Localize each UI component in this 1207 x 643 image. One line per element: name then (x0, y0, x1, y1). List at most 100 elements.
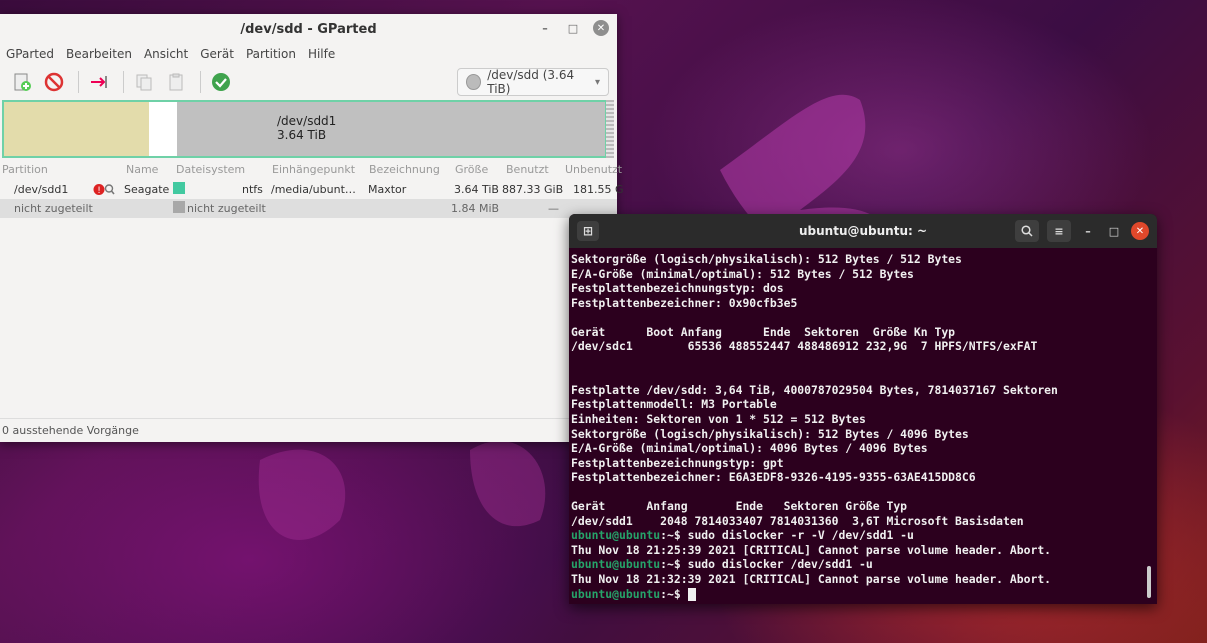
terminal-cursor (687, 587, 696, 601)
cell-size: 1.84 MiB (451, 202, 500, 215)
menu-bearbeiten[interactable]: Bearbeiten (66, 47, 132, 61)
terminal-output[interactable]: Sektorgröße (logisch/physikalisch): 512 … (569, 248, 1157, 601)
terminal-output-line: Thu Nov 18 21:25:39 2021 [CRITICAL] Cann… (571, 542, 1052, 557)
terminal-output-line: Festplattenbezeichnungstyp: dos (571, 281, 784, 296)
new-partition-icon[interactable] (8, 68, 36, 96)
graph-partition-size: 3.64 TiB (277, 128, 327, 142)
terminal-output-line: Einheiten: Sektoren von 1 * 512 = 512 By… (571, 412, 866, 427)
gparted-window: /dev/sdd - GParted – □ ✕ GParted Bearbei… (0, 14, 624, 442)
header-size[interactable]: Größe (455, 163, 488, 176)
terminal-prompt: ubuntu@ubuntu (571, 586, 661, 601)
header-unused[interactable]: Unbenutzt (565, 163, 622, 176)
partition-unused-segment: /dev/sdd1 3.64 TiB (177, 102, 605, 156)
terminal-output-line: /dev/sdd1 2048 7814033407 7814031360 3,6… (571, 513, 1024, 528)
header-label[interactable]: Bezeichnung (369, 163, 440, 176)
terminal-output-line: Festplattenbezeichner: E6A3EDF8-9326-419… (571, 470, 976, 485)
warning-icon: ! (93, 183, 115, 199)
minimize-button[interactable]: – (1079, 222, 1097, 240)
window-title: /dev/sdd - GParted (240, 21, 377, 37)
menu-gparted[interactable]: GParted (6, 47, 54, 61)
cell-partition: nicht zugeteilt (14, 202, 93, 215)
terminal-prompt-line: ubuntu@ubuntu:~$ (571, 587, 1157, 602)
terminal-output-line: Sektorgröße (logisch/physikalisch): 512 … (571, 252, 962, 266)
toolbar-separator (78, 71, 79, 93)
terminal-window: ⊞ ubuntu@ubuntu: ~ ≡ – □ ✕ Sektorgröße (… (569, 214, 1157, 604)
terminal-prompt-suffix: :~$ (660, 586, 688, 601)
terminal-output-line: Gerät Boot Anfang Ende Sektoren Größe Kn… (571, 324, 956, 339)
partition-free-segment (149, 102, 177, 156)
maximize-button[interactable]: □ (1105, 222, 1123, 240)
terminal-title: ubuntu@ubuntu: ~ (798, 224, 928, 238)
terminal-output-line: Gerät Anfang Ende Sektoren Größe Typ (571, 499, 908, 514)
menu-bar: GParted Bearbeiten Ansicht Gerät Partiti… (0, 44, 617, 64)
terminal-output-line: Festplattenbezeichner: 0x90cfb3e5 (571, 295, 798, 310)
cell-name: Seagate (124, 183, 170, 196)
menu-hilfe[interactable]: Hilfe (308, 47, 335, 61)
menu-partition[interactable]: Partition (246, 47, 296, 61)
toolbar: /dev/sdd (3.64 TiB) ▾ (0, 64, 617, 100)
terminal-output-line: Thu Nov 18 21:32:39 2021 [CRITICAL] Cann… (571, 572, 1052, 587)
delete-partition-icon[interactable] (40, 68, 68, 96)
unallocated-color-swatch (173, 201, 185, 213)
table-row[interactable]: /dev/sdd1 ! Seagate ntfs /media/ubunt… M… (0, 180, 624, 199)
terminal-output-line: Festplattenmodell: M3 Portable (571, 397, 777, 412)
partition-used-segment (4, 102, 149, 156)
terminal-output-line: Festplatte /dev/sdd: 3,64 TiB, 400078702… (571, 382, 1058, 397)
toolbar-separator (123, 71, 124, 93)
pending-operations-text: 0 ausstehende Vorgänge (2, 423, 139, 437)
terminal-prompt: ubuntu@ubuntu (571, 528, 661, 543)
header-used[interactable]: Benutzt (506, 163, 549, 176)
apply-icon[interactable] (207, 68, 235, 96)
close-button[interactable]: ✕ (593, 20, 609, 36)
terminal-scrollbar[interactable] (1147, 566, 1151, 598)
close-button[interactable]: ✕ (1131, 222, 1149, 240)
header-name[interactable]: Name (126, 163, 158, 176)
cell-size: 3.64 TiB (454, 183, 499, 196)
terminal-prompt-suffix: :~$ (660, 557, 688, 572)
cell-used: 887.33 GiB (502, 183, 564, 196)
ntfs-color-swatch (173, 182, 185, 194)
terminal-output-line: Sektorgröße (logisch/physikalisch): 512 … (571, 426, 969, 441)
menu-ansicht[interactable]: Ansicht (144, 47, 188, 61)
toolbar-separator (200, 71, 201, 93)
search-icon[interactable] (1015, 220, 1039, 242)
terminal-titlebar: ⊞ ubuntu@ubuntu: ~ ≡ – □ ✕ (569, 214, 1157, 248)
terminal-prompt-line: ubuntu@ubuntu:~$ sudo dislocker -r -V /d… (571, 528, 1157, 543)
resize-move-icon[interactable] (85, 68, 113, 96)
graph-partition-label: /dev/sdd1 (277, 114, 337, 128)
terminal-prompt-suffix: :~$ (660, 528, 688, 543)
header-partition[interactable]: Partition (2, 163, 48, 176)
disk-icon (466, 74, 482, 90)
cell-filesystem: ntfs (242, 183, 263, 196)
maximize-button[interactable]: □ (565, 20, 581, 36)
gparted-titlebar: /dev/sdd - GParted – □ ✕ (0, 14, 617, 44)
menu-geraet[interactable]: Gerät (200, 47, 234, 61)
cell-used: — (548, 202, 559, 215)
paste-icon[interactable] (162, 68, 190, 96)
new-tab-icon[interactable]: ⊞ (577, 221, 599, 241)
header-filesystem[interactable]: Dateisystem (176, 163, 245, 176)
device-selector-label: /dev/sdd (3.64 TiB) (487, 68, 575, 96)
cell-mountpoint: /media/ubunt… (271, 183, 356, 196)
terminal-output-line: Festplattenbezeichnungstyp: gpt (571, 455, 784, 470)
terminal-command: sudo dislocker -r -V /dev/sdd1 -u (687, 528, 914, 543)
unallocated-graph-segment[interactable] (606, 100, 614, 158)
cell-filesystem: nicht zugeteilt (187, 202, 266, 215)
minimize-button[interactable]: – (537, 20, 553, 36)
copy-icon[interactable] (130, 68, 158, 96)
cell-unused: 181.55 G (573, 183, 624, 196)
cell-label: Maxtor (368, 183, 407, 196)
terminal-prompt: ubuntu@ubuntu (571, 557, 661, 572)
terminal-output-line: E/A-Größe (minimal/optimal): 4096 Bytes … (571, 441, 928, 456)
hamburger-menu-icon[interactable]: ≡ (1047, 220, 1071, 242)
device-selector[interactable]: /dev/sdd (3.64 TiB) ▾ (457, 68, 609, 96)
terminal-prompt-line: ubuntu@ubuntu:~$ sudo dislocker /dev/sdd… (571, 557, 1157, 572)
terminal-output-line: /dev/sdc1 65536 488552447 488486912 232,… (571, 339, 1038, 354)
chevron-down-icon: ▾ (594, 76, 600, 88)
table-row[interactable]: nicht zugeteilt nicht zugeteilt 1.84 MiB… (0, 199, 617, 218)
partition-graph[interactable]: /dev/sdd1 3.64 TiB (2, 100, 607, 158)
header-mountpoint[interactable]: Einhängepunkt (272, 163, 355, 176)
